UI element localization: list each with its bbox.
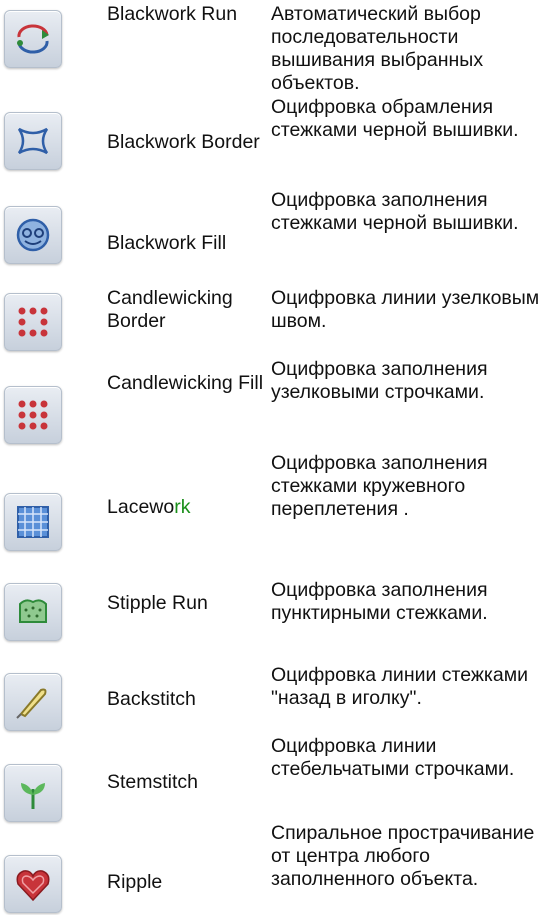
candlewicking-fill-icon — [4, 386, 62, 444]
tool-name: Backstitch — [107, 688, 196, 710]
stemstitch-icon — [4, 764, 62, 822]
tool-description: Оцифровка линии стежками "назад в иголку… — [271, 664, 529, 709]
candlewicking-border-icon — [4, 293, 62, 351]
tool-name: Stipple Run — [107, 592, 208, 614]
tool-name: Candlewicking Border — [107, 287, 233, 332]
tool-name: Blackwork Run — [107, 3, 238, 25]
tool-description: Автоматический выбор последовательности … — [271, 3, 484, 94]
tool-name: Blackwork Fill — [107, 232, 227, 254]
tool-name: Blackwork Border — [107, 131, 260, 153]
backstitch-icon — [4, 673, 62, 731]
tool-name: Stemstitch — [107, 771, 199, 793]
tool-name: Lacework — [107, 496, 267, 519]
ripple-icon — [4, 855, 62, 913]
tool-name: Candlewicking Fill — [107, 372, 264, 394]
blackwork-run-icon — [4, 10, 62, 68]
tool-description: Оцифровка линии стебельчатыми строчками. — [271, 735, 515, 780]
blackwork-fill-icon — [4, 206, 62, 264]
tool-description: Оцифровка обрамления стежками черной выш… — [271, 96, 519, 141]
lacework-icon — [4, 493, 62, 551]
stipple-run-icon — [4, 583, 62, 641]
blackwork-border-icon — [4, 112, 62, 170]
tool-name: Ripple — [107, 871, 163, 893]
tool-description: Оцифровка заполнения стежками черной выш… — [271, 189, 519, 234]
tool-description: Оцифровка заполнения узелковыми строчкам… — [271, 358, 488, 403]
tool-description: Спиральное прострачивание от центра любо… — [271, 822, 535, 890]
tool-description: Оцифровка заполнения стежками кружевного… — [271, 452, 488, 520]
tool-name-suffix: rk — [174, 496, 191, 518]
tool-description: Оцифровка линии узелковым швом. — [271, 287, 540, 332]
tool-name-prefix: Lacewo — [107, 496, 175, 518]
tool-description: Оцифровка заполнения пунктирными стежкам… — [271, 579, 488, 624]
